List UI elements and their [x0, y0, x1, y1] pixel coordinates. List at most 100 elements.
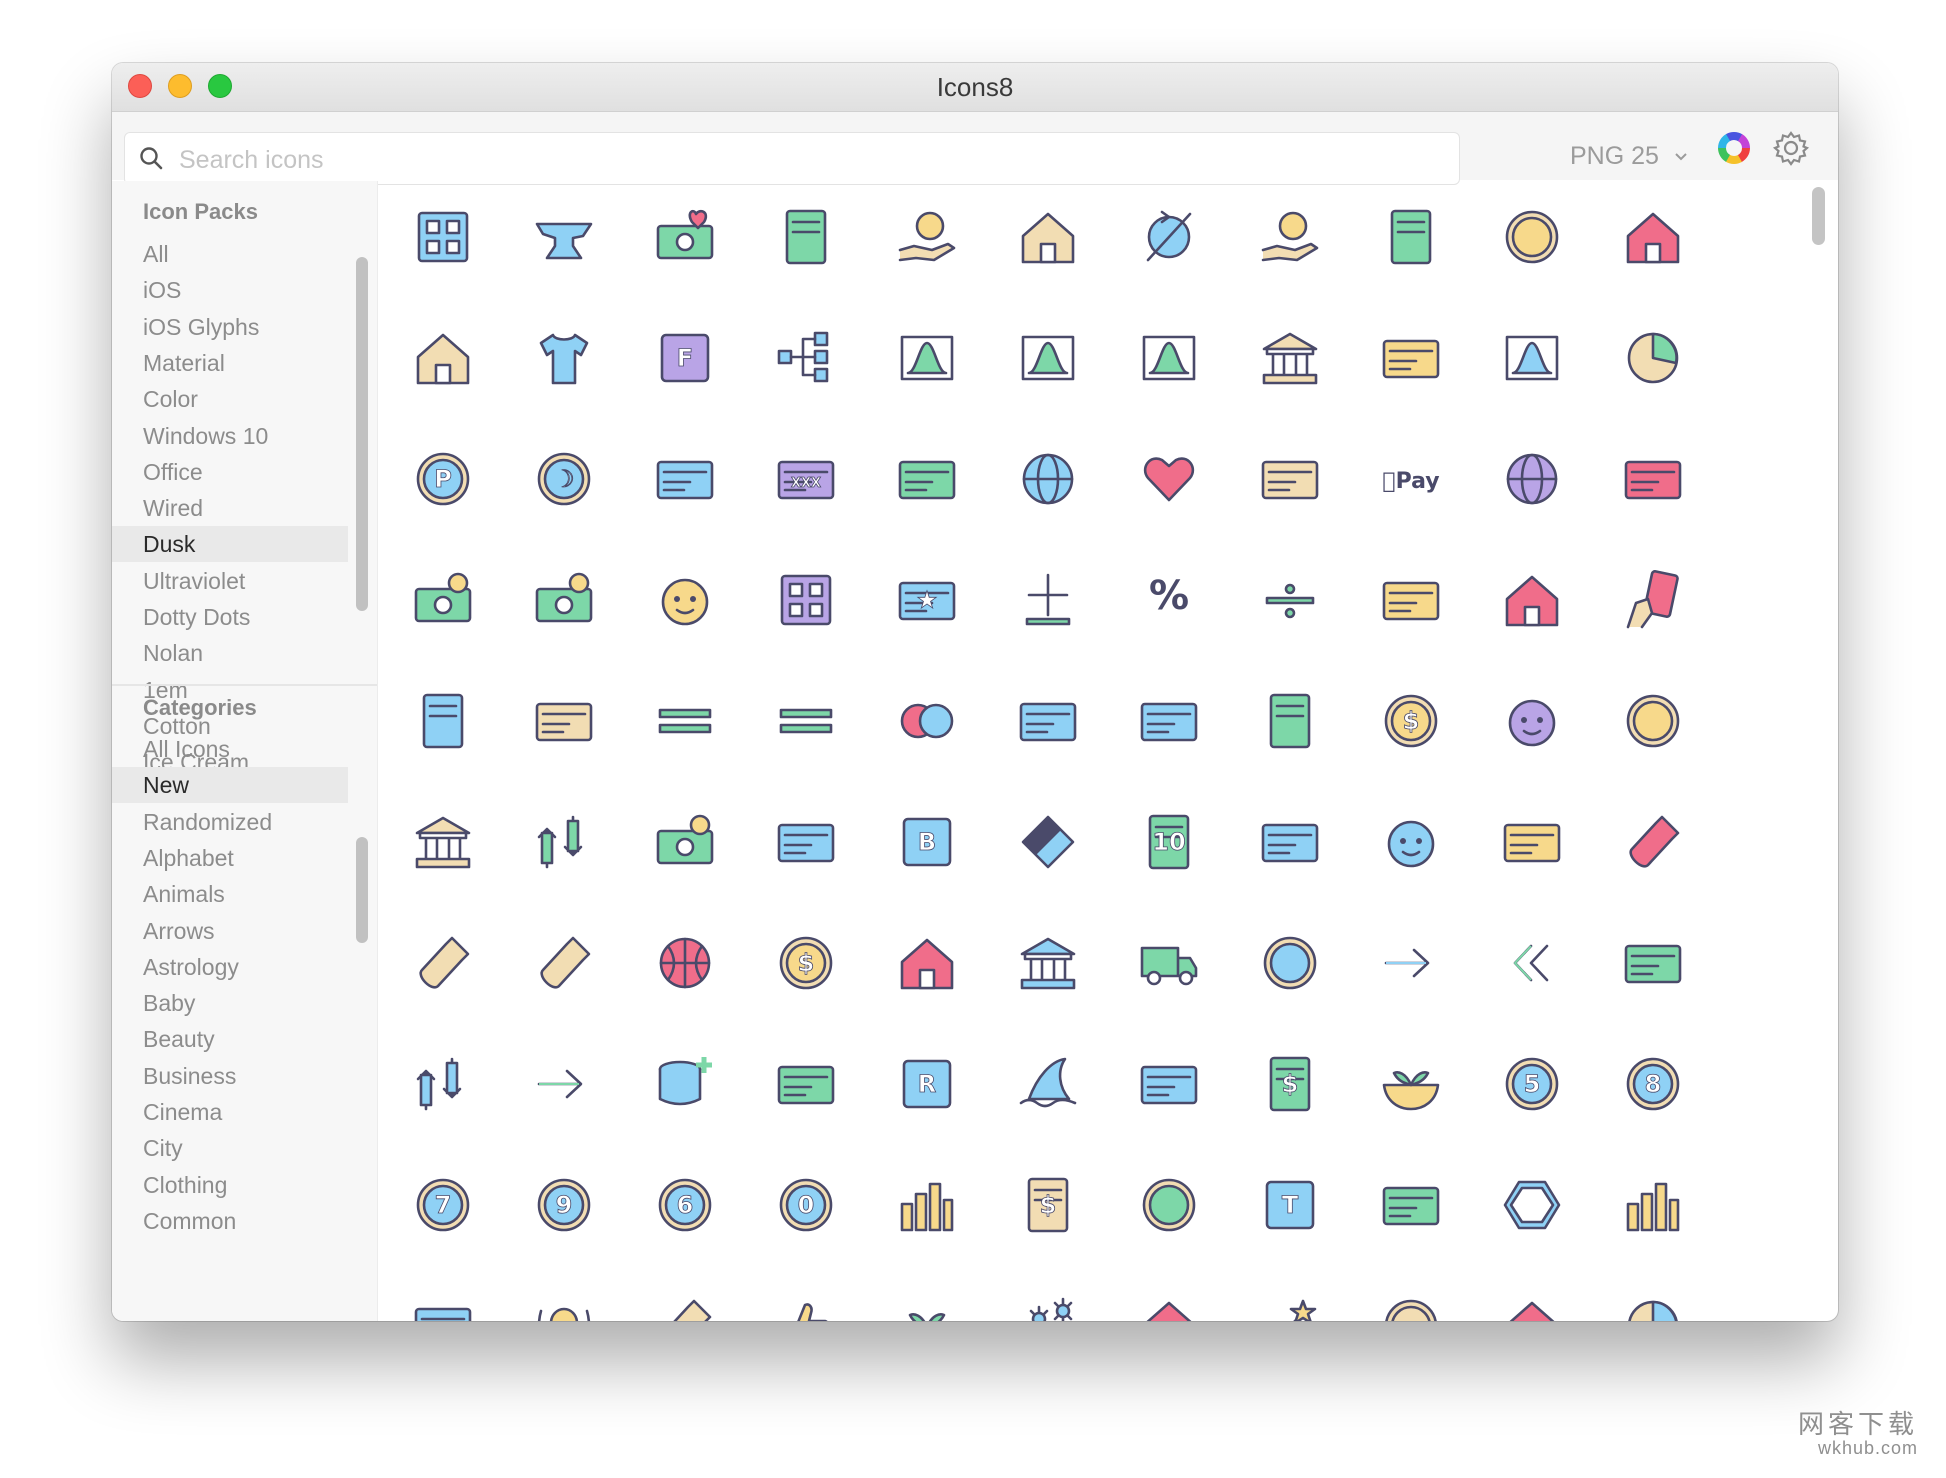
swift-globe-icon[interactable] — [1501, 448, 1563, 510]
settings-button[interactable] — [1770, 127, 1812, 169]
calendar-10-icon[interactable]: 10 — [1138, 811, 1200, 873]
pie-dish-icon[interactable] — [896, 1295, 958, 1321]
id-badge-icon[interactable] — [1380, 327, 1442, 389]
dark-bottle-icon[interactable] — [533, 932, 595, 994]
sidebar-item-all[interactable]: All — [112, 236, 348, 272]
sort-arrows-icon[interactable] — [412, 1053, 474, 1115]
euro-bill-icon[interactable] — [1380, 206, 1442, 268]
sidebar-item-astrology[interactable]: Astrology — [112, 949, 348, 985]
id-card-hand-icon[interactable] — [896, 448, 958, 510]
bank-dollar-icon[interactable] — [1259, 327, 1321, 389]
sidebar-item-windows-10[interactable]: Windows 10 — [112, 418, 348, 454]
equals-icon[interactable] — [654, 690, 716, 752]
spreadsheet-icon[interactable] — [775, 569, 837, 631]
sidebar-item-randomized[interactable]: Randomized — [112, 804, 348, 840]
shop-icon[interactable] — [1501, 569, 1563, 631]
xxx-sign-icon[interactable]: XXX — [775, 448, 837, 510]
dashboard-icon[interactable] — [412, 206, 474, 268]
cash-upload-icon[interactable] — [533, 569, 595, 631]
shark-fin-icon[interactable] — [1017, 1053, 1079, 1115]
anvil-icon[interactable] — [533, 206, 595, 268]
eraser-icon[interactable] — [1017, 811, 1079, 873]
bottle-icon[interactable] — [1622, 811, 1684, 873]
sidebar-item-ios[interactable]: iOS — [112, 272, 348, 308]
snowflakes-icon[interactable] — [1017, 1295, 1079, 1321]
number-9-coin-icon[interactable]: 9 — [533, 1174, 595, 1236]
receive-cash-icon[interactable] — [896, 206, 958, 268]
forward-arrow-icon[interactable] — [533, 1053, 595, 1115]
mastercard-card-icon[interactable] — [1138, 690, 1200, 752]
packs-scrollbar[interactable] — [356, 257, 368, 611]
reply-all-icon[interactable] — [1501, 932, 1563, 994]
bank-card-icon[interactable] — [412, 811, 474, 873]
percent-icon[interactable]: % — [1138, 569, 1200, 631]
crescent-coin-icon[interactable]: ☽ — [533, 448, 595, 510]
not-equal-icon[interactable] — [775, 690, 837, 752]
money-bag-icon[interactable] — [412, 690, 474, 752]
dollar-coin-icon[interactable]: $ — [1380, 690, 1442, 752]
star-card-icon[interactable]: ★ — [896, 569, 958, 631]
wizard-icon[interactable] — [1501, 690, 1563, 752]
sidebar-item-material[interactable]: Material — [112, 345, 348, 381]
delivery-van-icon[interactable] — [1138, 932, 1200, 994]
divide-icon[interactable] — [1259, 569, 1321, 631]
ledger-icon[interactable]: $ — [1017, 1174, 1079, 1236]
sidebar-item-common[interactable]: Common — [112, 1203, 348, 1239]
certificate-icon[interactable] — [1259, 448, 1321, 510]
number-8-coin-icon[interactable]: 8 — [1622, 1053, 1684, 1115]
contact-card-icon[interactable] — [533, 690, 595, 752]
cash-coin-icon[interactable] — [412, 569, 474, 631]
money-love-icon[interactable] — [654, 206, 716, 268]
plant-bowl-icon[interactable] — [1380, 1053, 1442, 1115]
sidebar-item-color[interactable]: Color — [112, 381, 348, 417]
apple-pay-icon[interactable]: Pay — [1380, 448, 1442, 510]
parking-coin-icon[interactable]: P — [412, 448, 474, 510]
sidebar-item-business[interactable]: Business — [112, 1058, 348, 1094]
right-arrow-icon[interactable] — [1380, 932, 1442, 994]
basketball-icon[interactable] — [654, 932, 716, 994]
power-bi-icon[interactable] — [896, 1174, 958, 1236]
sidebar-item-ultraviolet[interactable]: Ultraviolet — [112, 563, 348, 599]
number-5-coin-icon[interactable]: 5 — [1501, 1053, 1563, 1115]
paintbrush-icon[interactable] — [654, 1295, 716, 1321]
phone-hand-icon[interactable] — [1622, 569, 1684, 631]
stock-chart-icon[interactable] — [1501, 327, 1563, 389]
globe-hand-icon[interactable] — [1017, 448, 1079, 510]
sidebar-item-clothing[interactable]: Clothing — [112, 1167, 348, 1203]
secure-card-icon[interactable] — [1259, 811, 1321, 873]
hexagon-icon[interactable] — [1501, 1174, 1563, 1236]
magic-wand-icon[interactable] — [1259, 1295, 1321, 1321]
color-picker-button[interactable] — [1713, 127, 1755, 169]
school-icon[interactable] — [896, 932, 958, 994]
bell-curve-icon[interactable] — [896, 327, 958, 389]
money-box-icon[interactable] — [775, 206, 837, 268]
up-down-arrow-icon[interactable] — [533, 811, 595, 873]
sidebar-item-baby[interactable]: Baby — [112, 985, 348, 1021]
plus-minus-icon[interactable] — [1017, 569, 1079, 631]
grid-scrollbar[interactable] — [1812, 187, 1825, 245]
heart-hands-icon[interactable] — [1138, 448, 1200, 510]
currency-exchange-icon[interactable]: $ — [775, 932, 837, 994]
tree-structure-icon[interactable] — [775, 327, 837, 389]
number-7-coin-icon[interactable]: 7 — [412, 1174, 474, 1236]
back-arrow-box-icon[interactable] — [775, 1053, 837, 1115]
restart-icon[interactable] — [1622, 932, 1684, 994]
funnel-graph-icon[interactable] — [1138, 327, 1200, 389]
categories-scrollbar[interactable] — [356, 837, 368, 943]
get-cash-icon[interactable] — [1259, 206, 1321, 268]
sidebar-item-dusk[interactable]: Dusk — [112, 526, 348, 563]
t-shirt-icon[interactable] — [533, 327, 595, 389]
number-0-coin-icon[interactable]: 0 — [775, 1174, 837, 1236]
sidebar-item-wired[interactable]: Wired — [112, 490, 348, 526]
sidebar-item-dotty-dots[interactable]: Dotty Dots — [112, 599, 348, 635]
moon-icon[interactable] — [1622, 1295, 1684, 1321]
r-letter-icon[interactable]: R — [896, 1053, 958, 1115]
sidebar-item-animals[interactable]: Animals — [112, 876, 348, 912]
sidebar-item-alphabet[interactable]: Alphabet — [112, 840, 348, 876]
home-icon[interactable] — [1622, 206, 1684, 268]
sidebar-item-cinema[interactable]: Cinema — [112, 1094, 348, 1130]
search-field[interactable] — [124, 132, 1460, 185]
mastercard-icon[interactable] — [896, 690, 958, 752]
sidebar-item-beauty[interactable]: Beauty — [112, 1021, 348, 1057]
building-icon[interactable] — [1017, 206, 1079, 268]
